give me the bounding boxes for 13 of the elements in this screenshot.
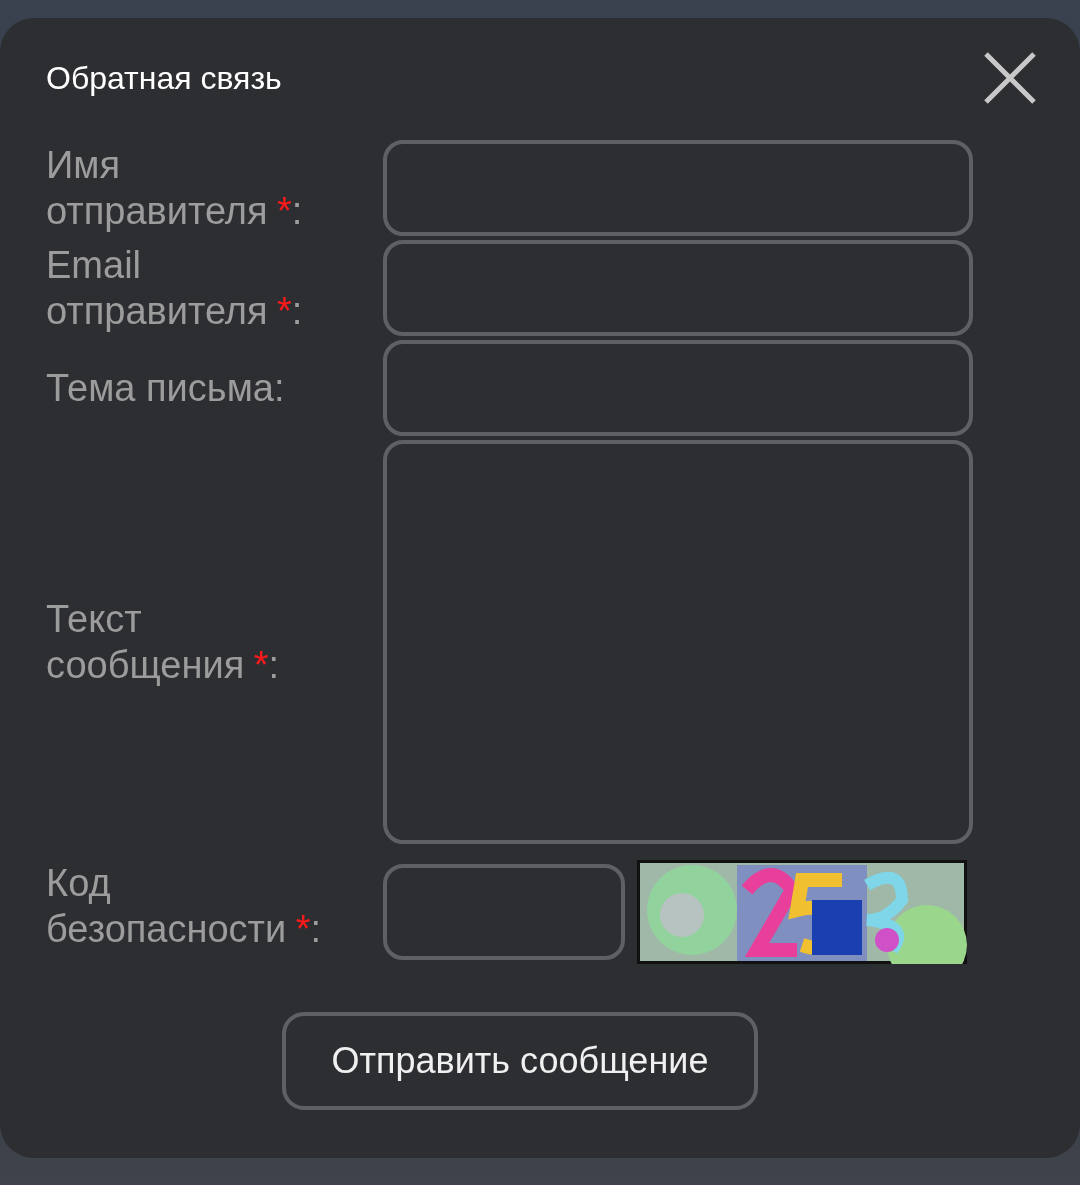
dialog-title: Обратная связь <box>46 59 282 97</box>
field-label: Имя отправителя *: <box>46 143 304 234</box>
send-button[interactable]: Отправить сообщение <box>282 1012 758 1110</box>
close-icon[interactable] <box>982 50 1038 106</box>
input-field[interactable] <box>383 340 973 436</box>
captcha-field[interactable] <box>383 864 625 960</box>
field-label: Тема письма: <box>46 366 286 411</box>
field-label: Текст сообщения *: <box>46 597 281 688</box>
input-field[interactable] <box>383 140 973 236</box>
field-label: Код безопасности *: <box>46 861 323 952</box>
input-field[interactable] <box>383 240 973 336</box>
field-label: Email отправителя *: <box>46 243 304 334</box>
message-field[interactable] <box>383 440 973 844</box>
